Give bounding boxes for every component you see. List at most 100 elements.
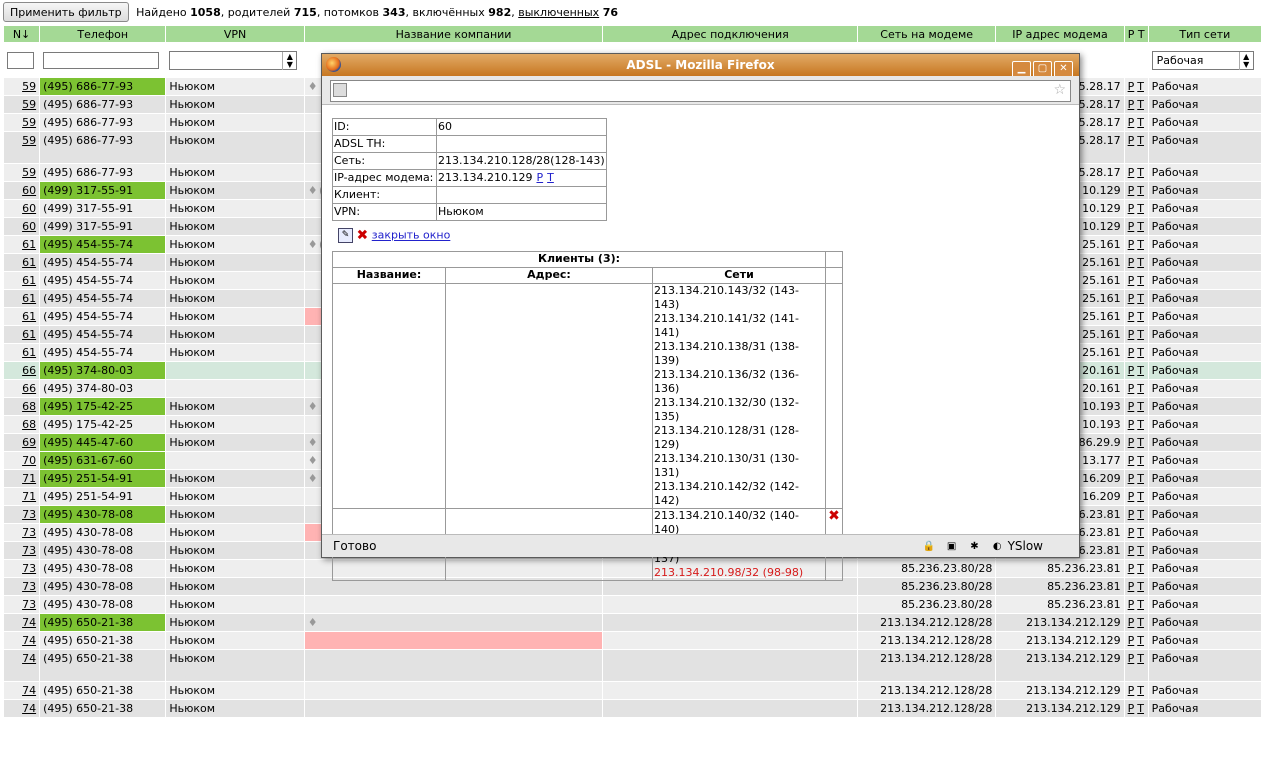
trace-link[interactable]: T	[1137, 508, 1144, 521]
trace-link[interactable]: T	[1137, 220, 1144, 233]
lock-icon[interactable]: 🔒	[922, 540, 935, 553]
row-number-link[interactable]: 66	[22, 382, 36, 395]
column-header[interactable]: Адрес подключения	[603, 26, 857, 42]
trace-link[interactable]: T	[1137, 616, 1144, 629]
row-number-link[interactable]: 73	[22, 580, 36, 593]
bookmark-star-icon[interactable]: ☆	[1053, 81, 1066, 99]
row-number-link[interactable]: 60	[22, 202, 36, 215]
table-row[interactable]: 74 (495) 650-21-38 Ньюком ♦ 213.134.212.128/…	[4, 614, 1261, 631]
ping-link[interactable]: P	[1128, 184, 1135, 197]
trace-link[interactable]: T	[1137, 364, 1144, 377]
ping-link[interactable]: P	[1128, 98, 1135, 111]
row-number-link[interactable]: 73	[22, 544, 36, 557]
trace-link[interactable]: T	[1137, 98, 1144, 111]
firebug-icon[interactable]: ✱	[968, 540, 981, 553]
ping-link[interactable]: P	[1128, 508, 1135, 521]
row-number-link[interactable]: 59	[22, 166, 36, 179]
trace-link[interactable]: T	[1137, 598, 1144, 611]
ping-link[interactable]: P	[1128, 310, 1135, 323]
table-row[interactable]: 74 (495) 650-21-38 Ньюком 213.134.212.128/2…	[4, 632, 1261, 649]
row-number-link[interactable]: 61	[22, 238, 36, 251]
row-number-link[interactable]: 73	[22, 598, 36, 611]
row-number-link[interactable]: 61	[22, 256, 36, 269]
trace-link[interactable]: T	[1137, 202, 1144, 215]
ping-link[interactable]: P	[1128, 382, 1135, 395]
ping-link[interactable]: P	[536, 171, 543, 184]
filter-number-input[interactable]	[7, 51, 34, 69]
ping-link[interactable]: P	[1128, 328, 1135, 341]
url-field[interactable]: ☆	[330, 80, 1071, 102]
filter-type-select[interactable]: Рабочая ▲ ▼	[1151, 50, 1254, 70]
row-number-link[interactable]: 68	[22, 418, 36, 431]
trace-link[interactable]: T	[1137, 382, 1144, 395]
ping-link[interactable]: P	[1128, 166, 1135, 179]
ping-link[interactable]: P	[1128, 346, 1135, 359]
ping-link[interactable]: P	[1128, 544, 1135, 557]
ping-link[interactable]: P	[1128, 616, 1135, 629]
row-number-link[interactable]: 61	[22, 292, 36, 305]
trace-link[interactable]: T	[1137, 684, 1144, 697]
row-number-link[interactable]: 70	[22, 454, 36, 467]
trace-link[interactable]: T	[1137, 274, 1144, 287]
table-row[interactable]: 74 (495) 650-21-38 Ньюком 213.134.212.128/2…	[4, 650, 1261, 681]
ping-link[interactable]: P	[1128, 652, 1135, 665]
edit-icon[interactable]: ✎	[338, 228, 353, 243]
ping-link[interactable]: P	[1128, 418, 1135, 431]
yslow-label[interactable]: YSlow	[1008, 539, 1043, 553]
row-number-link[interactable]: 59	[22, 116, 36, 129]
row-number-link[interactable]: 68	[22, 400, 36, 413]
ping-link[interactable]: P	[1128, 562, 1135, 575]
ping-link[interactable]: P	[1128, 702, 1135, 715]
trace-link[interactable]: T	[1137, 580, 1144, 593]
ping-link[interactable]: P	[1128, 454, 1135, 467]
row-number-link[interactable]: 74	[22, 702, 36, 715]
column-header[interactable]: IP адрес модема	[996, 26, 1124, 42]
trace-link[interactable]: T	[1137, 238, 1144, 251]
extension-icon[interactable]: ▣	[945, 540, 958, 553]
ping-link[interactable]: P	[1128, 292, 1135, 305]
ping-link[interactable]: P	[1128, 634, 1135, 647]
row-number-link[interactable]: 71	[22, 472, 36, 485]
row-number-link[interactable]: 73	[22, 508, 36, 521]
ping-link[interactable]: P	[1128, 256, 1135, 269]
ping-link[interactable]: P	[1128, 80, 1135, 93]
ping-link[interactable]: P	[1128, 364, 1135, 377]
ping-link[interactable]: P	[1128, 436, 1135, 449]
ping-link[interactable]: P	[1128, 274, 1135, 287]
trace-link[interactable]: T	[1137, 328, 1144, 341]
filter-vpn-select[interactable]: ▲ ▼	[169, 50, 298, 70]
ping-link[interactable]: P	[1128, 598, 1135, 611]
row-number-link[interactable]: 59	[22, 80, 36, 93]
popup-titlebar[interactable]: ADSL - Mozilla Firefox ▁ ▢ ✕	[322, 54, 1079, 78]
trace-link[interactable]: T	[1137, 80, 1144, 93]
trace-link[interactable]: T	[1137, 454, 1144, 467]
trace-link[interactable]: T	[1137, 292, 1144, 305]
trace-link[interactable]: T	[1137, 310, 1144, 323]
table-row[interactable]: 74 (495) 650-21-38 Ньюком 213.134.212.128/2…	[4, 700, 1261, 717]
apply-filter-button[interactable]: Применить фильтр	[3, 2, 129, 22]
row-number-link[interactable]: 73	[22, 526, 36, 539]
trace-link[interactable]: T	[1137, 702, 1144, 715]
trace-link[interactable]: T	[1137, 436, 1144, 449]
column-header[interactable]: VPN	[166, 26, 304, 42]
trace-link[interactable]: T	[1137, 562, 1144, 575]
row-number-link[interactable]: 66	[22, 364, 36, 377]
trace-link[interactable]: T	[1137, 652, 1144, 665]
ping-link[interactable]: P	[1128, 202, 1135, 215]
ping-link[interactable]: P	[1128, 490, 1135, 503]
ping-link[interactable]: P	[1128, 238, 1135, 251]
row-number-link[interactable]: 60	[22, 220, 36, 233]
trace-link[interactable]: T	[1137, 526, 1144, 539]
ping-link[interactable]: P	[1128, 116, 1135, 129]
row-number-link[interactable]: 61	[22, 328, 36, 341]
row-number-link[interactable]: 74	[22, 652, 36, 665]
ping-link[interactable]: P	[1128, 400, 1135, 413]
column-header[interactable]: Название компании	[304, 26, 603, 42]
row-number-link[interactable]: 73	[22, 562, 36, 575]
client-name[interactable]	[332, 283, 446, 509]
ping-link[interactable]: P	[1128, 472, 1135, 485]
excluded-link[interactable]: выключенных	[518, 6, 599, 19]
close-window-link[interactable]: закрыть окно	[372, 229, 451, 242]
trace-link[interactable]: T	[1137, 418, 1144, 431]
column-header[interactable]: P T	[1124, 26, 1148, 42]
